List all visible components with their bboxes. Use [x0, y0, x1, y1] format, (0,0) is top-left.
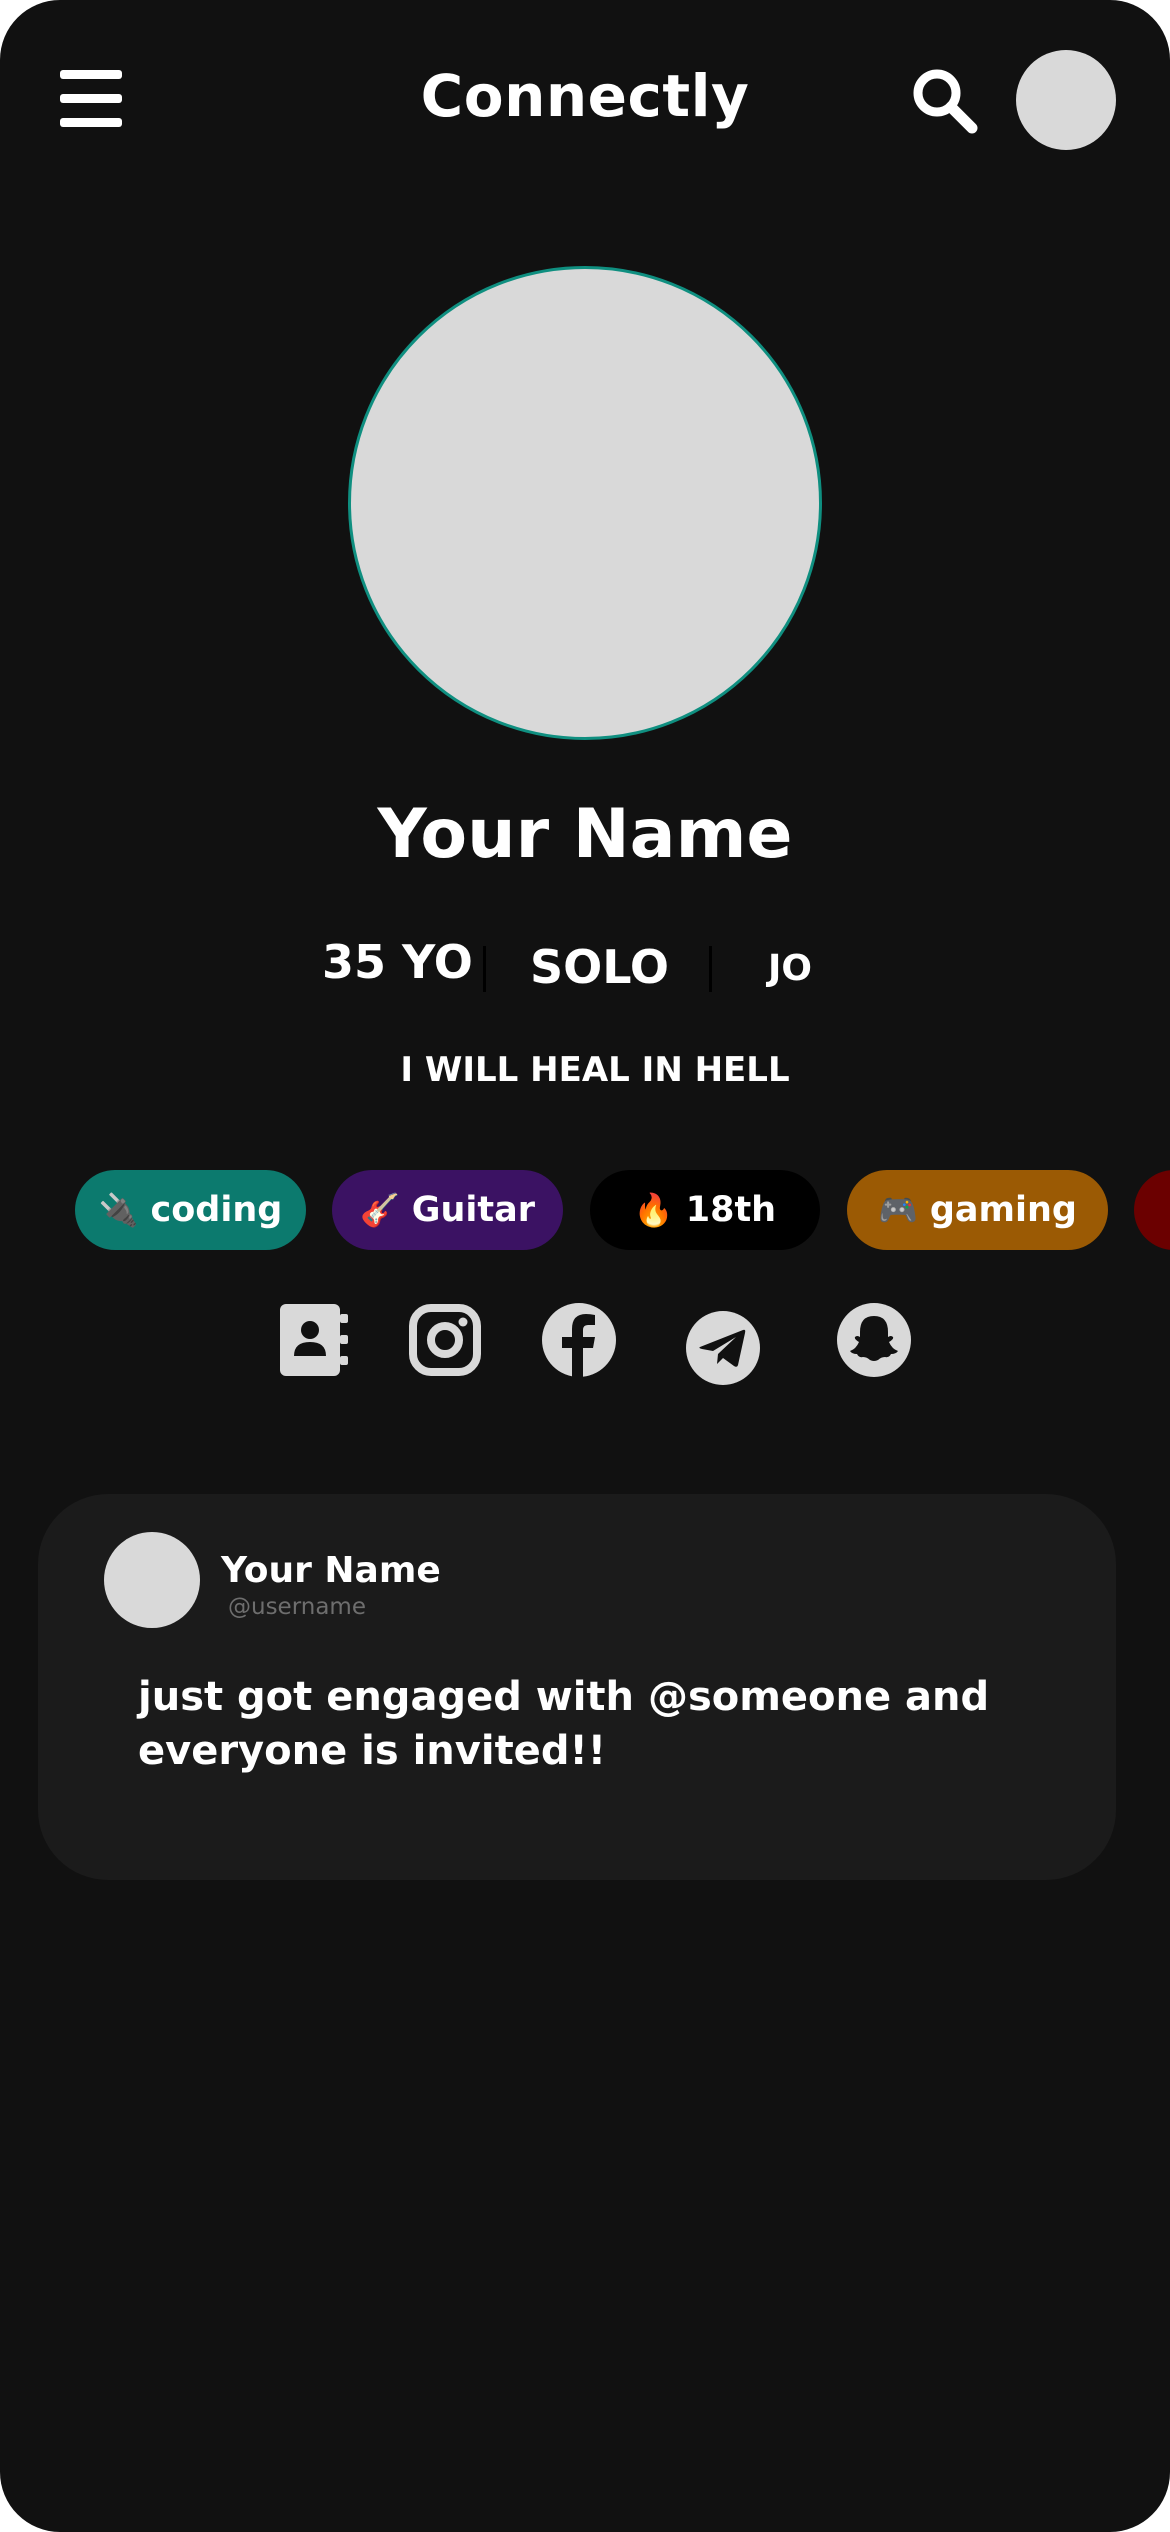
post-author-name[interactable]: Your Name	[221, 1550, 441, 1591]
tag-gaming[interactable]: 🎮 gaming	[847, 1170, 1108, 1250]
profile-bio: I WILL HEAL IN HELL	[400, 1050, 790, 1090]
post-card[interactable]: Your Name @username just got engaged wit…	[38, 1494, 1116, 1880]
tag-label: gaming	[929, 1190, 1077, 1230]
header-avatar[interactable]	[1016, 50, 1116, 150]
telegram-icon[interactable]	[685, 1310, 761, 1386]
plug-icon: 🔌	[98, 1191, 139, 1229]
profile-name: Your Name	[377, 795, 793, 874]
guitar-icon: 🎸	[359, 1191, 400, 1229]
post-text: just got engaged with @someone and every…	[138, 1674, 990, 1774]
snapchat-icon[interactable]	[836, 1302, 912, 1378]
country-label: JO	[768, 948, 812, 989]
post-author-username: @username	[228, 1594, 366, 1620]
stat-divider	[709, 946, 712, 992]
tag-label: coding	[150, 1190, 283, 1230]
instagram-icon[interactable]	[407, 1302, 483, 1378]
phone-screen: Connectly Your Name 35 YO SOLO JO I WILL…	[0, 0, 1170, 2532]
fire-icon: 🔥	[633, 1191, 674, 1229]
contacts-icon[interactable]	[276, 1302, 352, 1378]
tag-coding[interactable]: 🔌 coding	[75, 1170, 306, 1250]
tag-partial[interactable]	[1134, 1170, 1170, 1250]
search-icon[interactable]	[910, 66, 978, 134]
tag-18th[interactable]: 🔥 18th	[590, 1170, 820, 1250]
stat-divider	[483, 946, 486, 992]
tag-label: Guitar	[411, 1190, 536, 1230]
app-title: Connectly	[420, 62, 750, 130]
post-author-avatar[interactable]	[104, 1532, 200, 1628]
facebook-icon[interactable]	[541, 1302, 617, 1378]
game-controller-icon: 🎮	[878, 1191, 918, 1229]
tag-guitar[interactable]: 🎸 Guitar	[332, 1170, 563, 1250]
relationship-status-label: SOLO	[530, 940, 670, 994]
age-label: 35 YO	[322, 935, 473, 989]
tag-label: 18th	[685, 1190, 777, 1230]
profile-avatar[interactable]	[348, 266, 822, 740]
